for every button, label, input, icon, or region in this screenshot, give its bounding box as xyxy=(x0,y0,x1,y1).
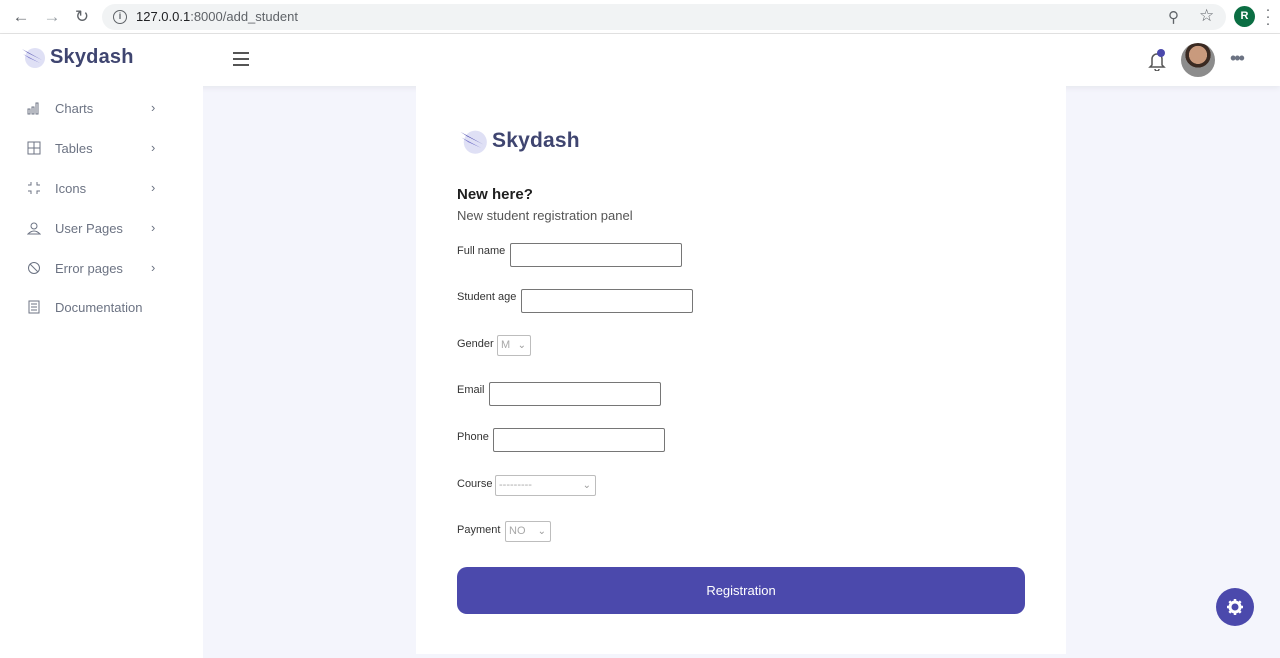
card-brand-logo: Skydash xyxy=(458,126,580,156)
sidebar-item-label: Error pages xyxy=(55,261,123,276)
sidebar-item-label: Icons xyxy=(55,181,87,196)
chevron-right-icon: › xyxy=(151,220,156,235)
chevron-right-icon: › xyxy=(151,140,156,155)
address-bar[interactable]: i 127.0.0.1:8000/add_student ⚲ ☆ xyxy=(102,4,1226,30)
ban-icon xyxy=(26,261,42,277)
payment-select[interactable]: NO ⌄ xyxy=(505,521,551,542)
bar-chart-icon xyxy=(26,101,42,117)
reload-icon[interactable]: ↻ xyxy=(72,7,92,27)
sidebar-item-label: Charts xyxy=(55,101,94,116)
form-heading: New here? xyxy=(457,186,533,203)
sidebar-item-icons[interactable]: Icons › xyxy=(0,174,203,210)
back-icon[interactable]: ← xyxy=(11,7,31,27)
chevron-right-icon: › xyxy=(151,180,156,195)
forward-icon[interactable]: → xyxy=(42,7,62,27)
url-text[interactable]: 127.0.0.1:8000/add_student xyxy=(136,9,298,24)
bookmark-star-icon[interactable]: ☆ xyxy=(1199,6,1214,26)
settings-gear-button[interactable] xyxy=(1216,588,1254,626)
sidebar-item-error-pages[interactable]: Error pages › xyxy=(0,254,203,290)
sidebar-item-label: User Pages xyxy=(55,221,123,236)
registration-card: Skydash New here? New student registrati… xyxy=(416,86,1066,654)
document-icon xyxy=(26,300,42,316)
email-input[interactable] xyxy=(489,382,661,406)
form-subheading: New student registration panel xyxy=(457,208,633,223)
grid-icon xyxy=(26,141,42,157)
notification-dot xyxy=(1157,49,1165,57)
brand-name: Skydash xyxy=(50,45,134,68)
chevron-down-icon: ⌄ xyxy=(582,480,591,491)
phone-input[interactable] xyxy=(493,428,665,452)
registration-button[interactable]: Registration xyxy=(457,567,1025,614)
user-icon xyxy=(26,221,42,237)
course-label: Course xyxy=(457,478,493,490)
chevron-right-icon: › xyxy=(151,260,156,275)
browser-menu-icon[interactable]: · · · xyxy=(1265,2,1271,31)
sidebar-item-label: Documentation xyxy=(55,300,143,315)
sidebar-item-documentation[interactable]: Documentation xyxy=(0,293,203,329)
notification-bell-icon[interactable] xyxy=(1147,49,1167,72)
sidebar-item-user-pages[interactable]: User Pages › xyxy=(0,214,203,250)
sidebar-item-tables[interactable]: Tables › xyxy=(0,134,203,170)
payment-label: Payment xyxy=(457,524,501,536)
full-name-input[interactable] xyxy=(510,243,682,267)
more-options-icon[interactable]: ••• xyxy=(1230,48,1245,69)
zoom-icon[interactable]: ⚲ xyxy=(1168,8,1179,26)
student-age-label: Student age xyxy=(457,291,517,303)
gear-icon xyxy=(1227,599,1243,615)
gender-selected-value: M xyxy=(501,339,511,351)
course-select[interactable]: --------- ⌄ xyxy=(495,475,596,496)
logo-icon xyxy=(460,130,487,154)
gender-select[interactable]: M ⌄ xyxy=(497,335,531,356)
student-age-input[interactable] xyxy=(521,289,693,313)
sidebar: Charts › Tables › Icons › User Pages › E… xyxy=(0,86,203,658)
browser-toolbar: ← → ↻ i 127.0.0.1:8000/add_student ⚲ ☆ R… xyxy=(0,0,1280,34)
gender-label: Gender xyxy=(457,338,494,350)
card-brand-name: Skydash xyxy=(492,129,580,152)
info-icon[interactable]: i xyxy=(113,10,127,24)
logo-icon xyxy=(22,48,45,68)
profile-avatar[interactable]: R xyxy=(1234,6,1255,27)
full-name-label: Full name xyxy=(457,245,506,257)
email-label: Email xyxy=(457,384,485,396)
chevron-down-icon: ⌄ xyxy=(537,526,546,537)
course-selected-value: --------- xyxy=(499,479,532,491)
user-avatar[interactable] xyxy=(1181,43,1215,77)
phone-label: Phone xyxy=(457,431,489,443)
chevron-right-icon: › xyxy=(151,100,156,115)
chevron-down-icon: ⌄ xyxy=(517,340,526,351)
sidebar-item-charts[interactable]: Charts › xyxy=(0,94,203,130)
payment-selected-value: NO xyxy=(509,525,526,537)
brand-logo[interactable]: Skydash xyxy=(20,44,134,70)
app-header: Skydash ••• xyxy=(0,34,1280,86)
expand-icon xyxy=(26,181,42,197)
menu-toggle-icon[interactable] xyxy=(233,52,249,66)
sidebar-item-label: Tables xyxy=(55,141,93,156)
